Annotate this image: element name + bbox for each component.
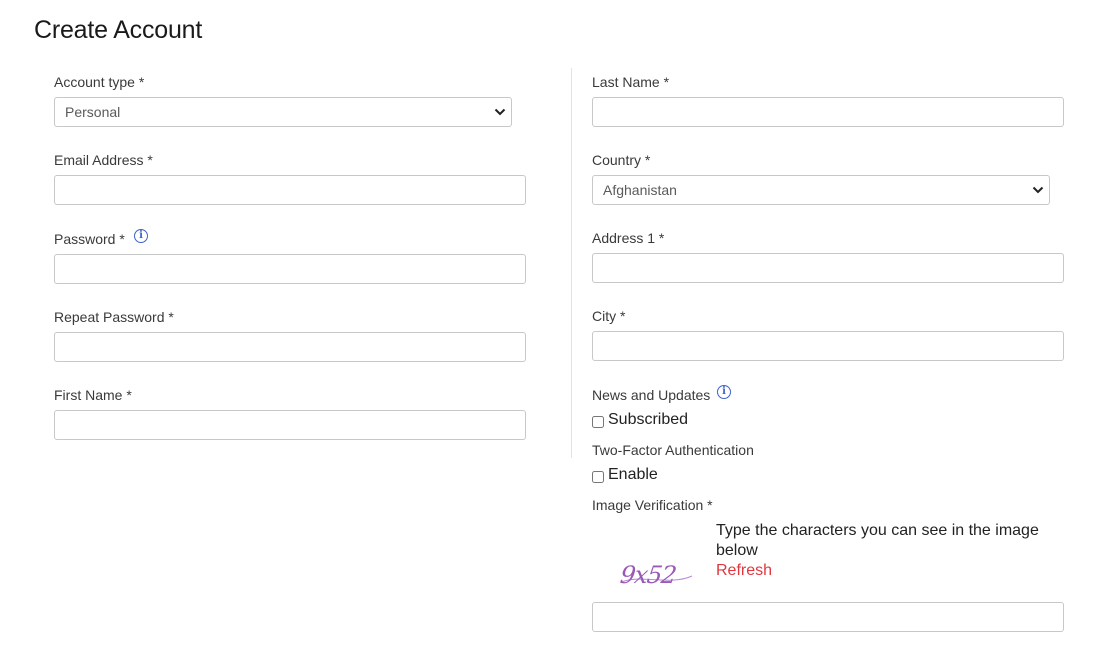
email-label: Email Address * xyxy=(54,152,153,168)
subscribed-label[interactable]: Subscribed xyxy=(608,411,688,429)
country-label: Country * xyxy=(592,152,651,168)
image-verification-label: Image Verification * xyxy=(592,497,713,513)
subscribed-checkbox[interactable] xyxy=(592,416,604,428)
address1-label: Address 1 * xyxy=(592,230,665,246)
refresh-captcha-link[interactable]: Refresh xyxy=(716,561,772,581)
password-field[interactable] xyxy=(54,254,526,284)
country-select[interactable]: Afghanistan xyxy=(592,175,1050,205)
captcha-instructions: Type the characters you can see in the i… xyxy=(716,522,1039,559)
address1-field[interactable] xyxy=(592,253,1064,283)
page-title: Create Account xyxy=(34,16,203,44)
email-field[interactable] xyxy=(54,175,526,205)
chevron-down-icon xyxy=(1027,176,1049,204)
two-factor-label: Two-Factor Authentication xyxy=(592,442,754,458)
account-type-value: Personal xyxy=(65,104,121,120)
repeat-password-field[interactable] xyxy=(54,332,526,362)
first-name-label: First Name * xyxy=(54,387,132,403)
account-type-label: Account type * xyxy=(54,74,145,90)
news-label: News and Updates xyxy=(592,387,711,403)
captcha-input[interactable] xyxy=(592,602,1064,632)
news-info-icon[interactable]: i xyxy=(717,385,731,399)
two-factor-enable-label[interactable]: Enable xyxy=(608,466,658,484)
city-field[interactable] xyxy=(592,331,1064,361)
account-type-select[interactable]: Personal xyxy=(54,97,512,127)
column-divider xyxy=(571,68,572,458)
captcha-image-text: 9x52 xyxy=(620,561,678,589)
chevron-down-icon xyxy=(489,98,511,126)
country-value: Afghanistan xyxy=(603,182,677,198)
last-name-label: Last Name * xyxy=(592,74,670,90)
last-name-field[interactable] xyxy=(592,97,1064,127)
city-label: City * xyxy=(592,308,626,324)
password-info-icon[interactable]: i xyxy=(134,229,148,243)
repeat-password-label: Repeat Password * xyxy=(54,309,174,325)
password-label: Password * xyxy=(54,231,125,247)
first-name-field[interactable] xyxy=(54,410,526,440)
captcha-image: 9x52 xyxy=(620,561,693,589)
two-factor-checkbox[interactable] xyxy=(592,471,604,483)
